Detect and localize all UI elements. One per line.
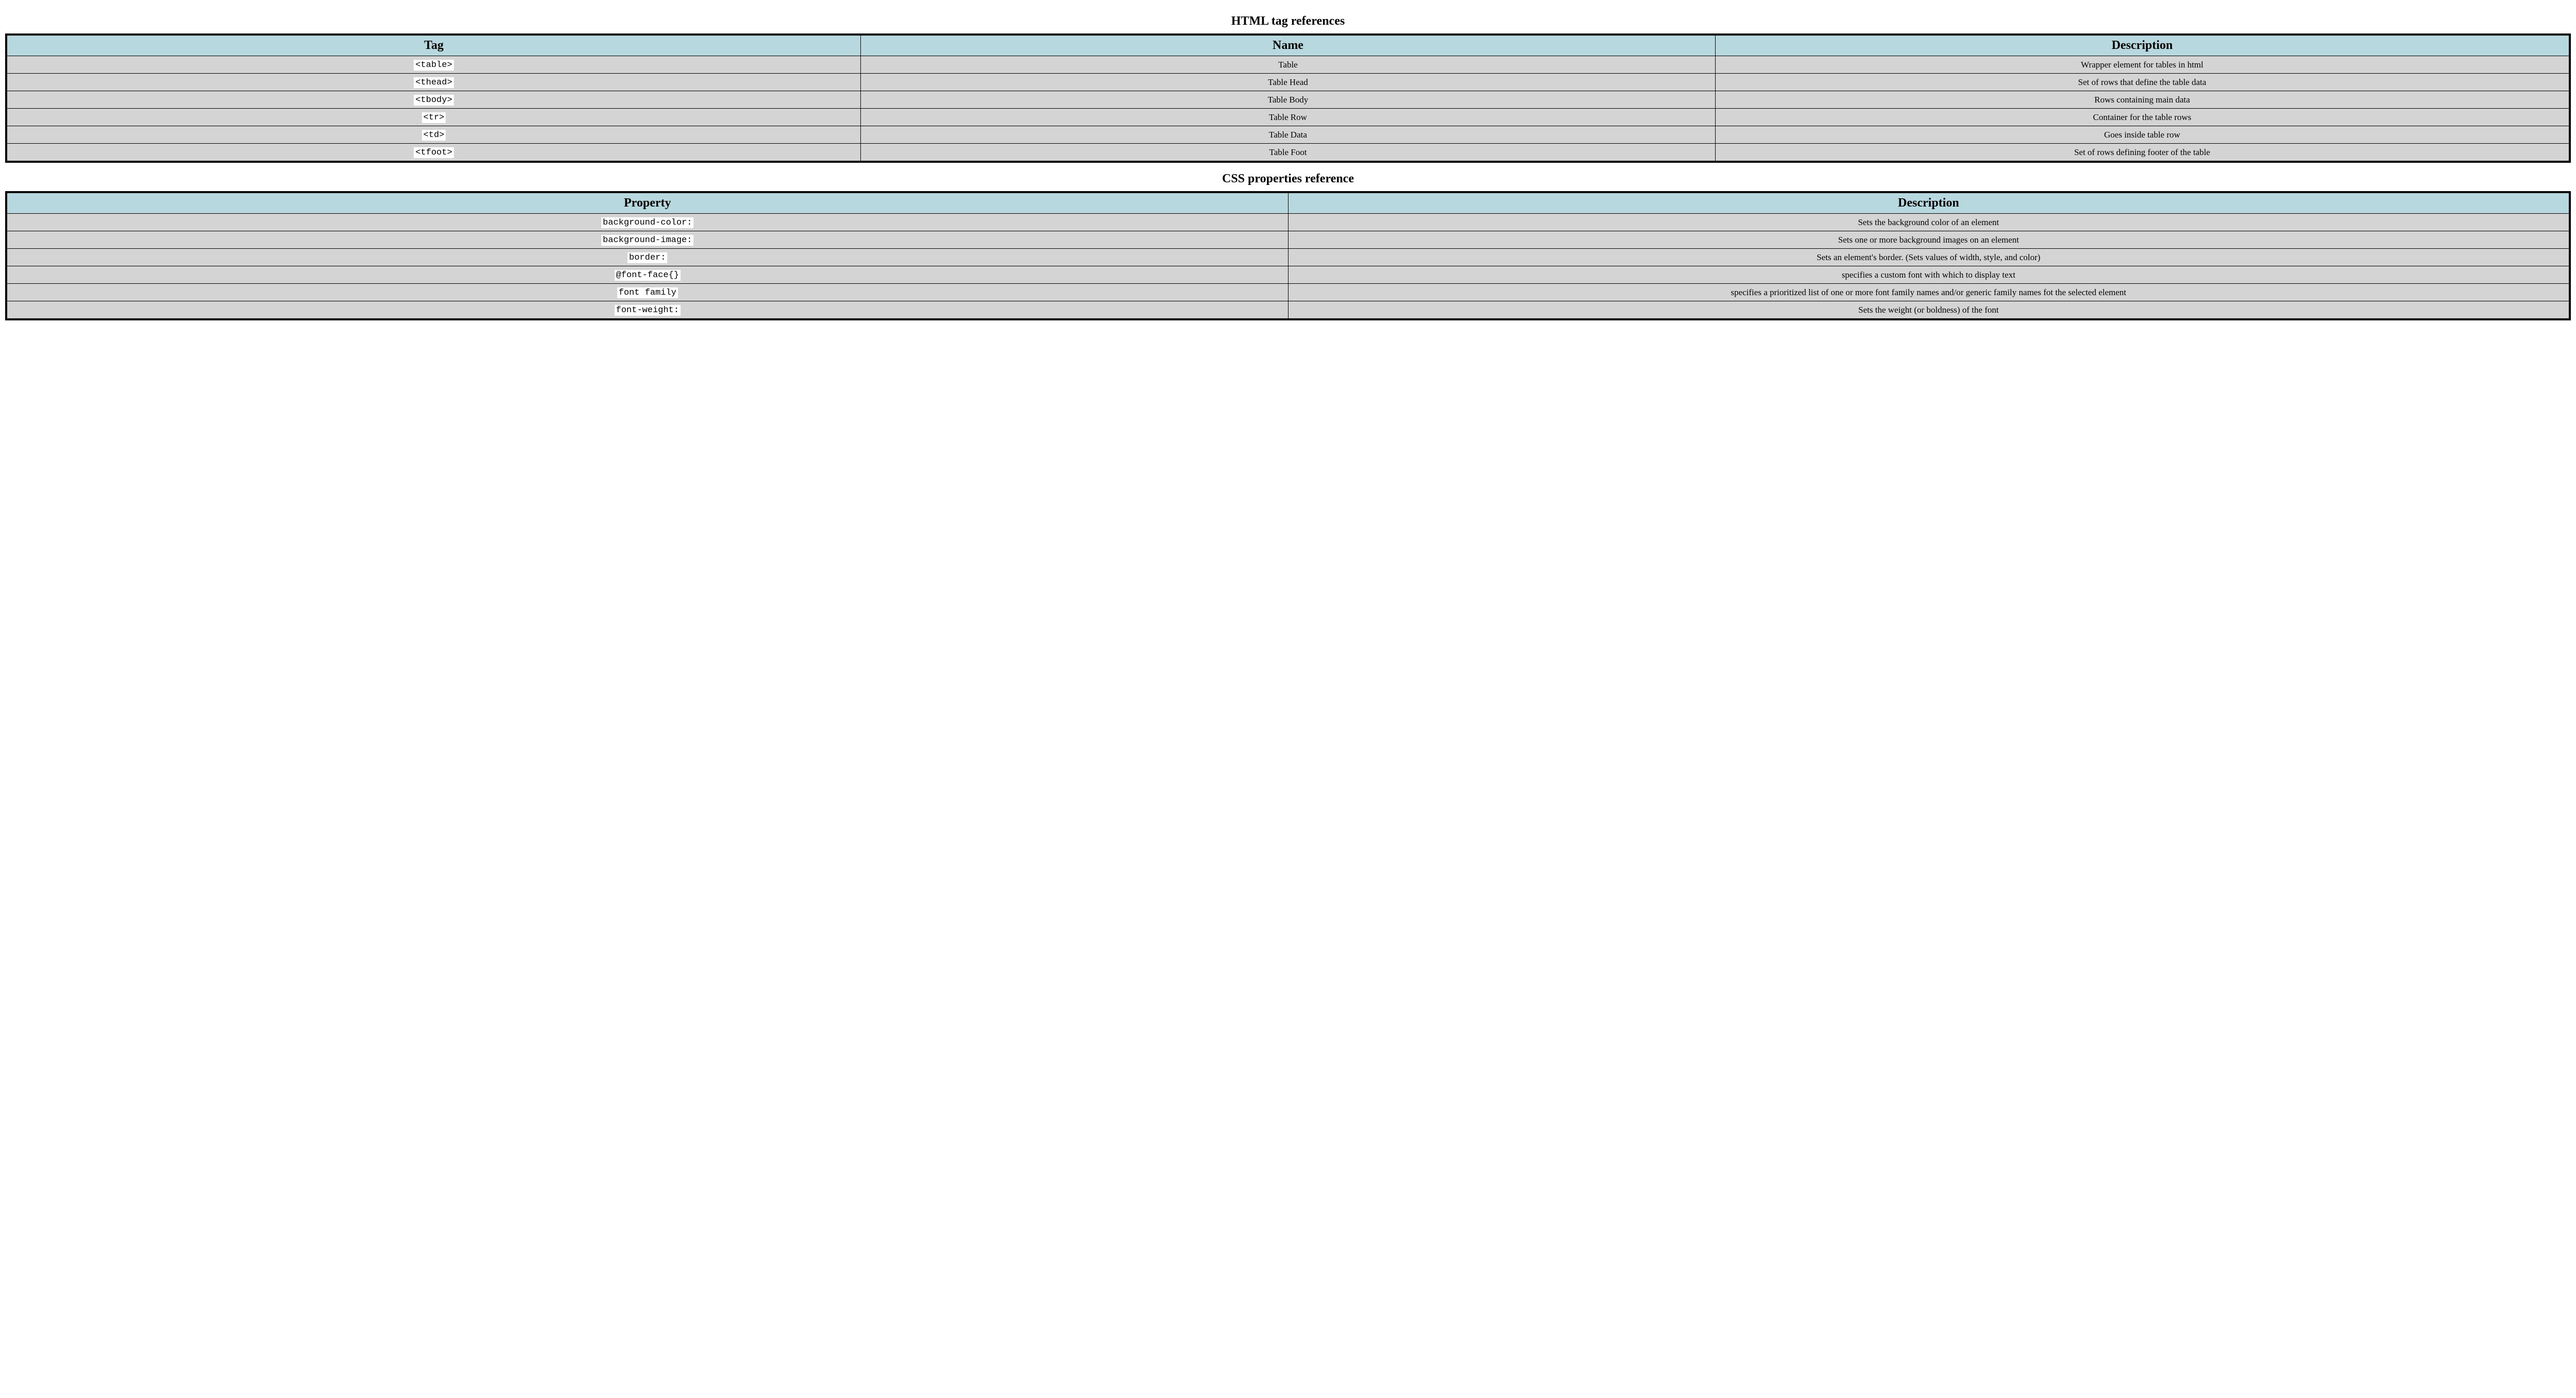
table-row: <table> Table Wrapper element for tables… bbox=[6, 56, 2570, 74]
cell-tag: <thead> bbox=[6, 74, 861, 91]
cell-desc: Wrapper element for tables in html bbox=[1715, 56, 2570, 74]
cell-desc: Goes inside table row bbox=[1715, 126, 2570, 144]
css-props-caption: CSS properties reference bbox=[5, 172, 2571, 186]
cell-prop: background-color: bbox=[6, 214, 1288, 231]
cell-tag: <table> bbox=[6, 56, 861, 74]
code-text: <thead> bbox=[414, 77, 453, 88]
col-header-description: Description bbox=[1715, 35, 2570, 56]
cell-name: Table Head bbox=[861, 74, 1716, 91]
code-text: <tr> bbox=[422, 112, 446, 123]
col-header-description: Description bbox=[1288, 192, 2570, 214]
table-row: background-color: Sets the background co… bbox=[6, 214, 2570, 231]
table-row: <tr> Table Row Container for the table r… bbox=[6, 109, 2570, 126]
code-text: font family bbox=[617, 287, 678, 298]
code-text: <td> bbox=[422, 130, 446, 141]
code-text: <tbody> bbox=[414, 95, 453, 106]
cell-desc: Sets the weight (or boldness) of the fon… bbox=[1288, 301, 2570, 320]
table-row: <td> Table Data Goes inside table row bbox=[6, 126, 2570, 144]
table-row: font-weight: Sets the weight (or boldnes… bbox=[6, 301, 2570, 320]
cell-tag: <td> bbox=[6, 126, 861, 144]
col-header-property: Property bbox=[6, 192, 1288, 214]
cell-desc: Container for the table rows bbox=[1715, 109, 2570, 126]
cell-desc: Rows containing main data bbox=[1715, 91, 2570, 109]
table-row: border: Sets an element's border. (Sets … bbox=[6, 249, 2570, 266]
cell-name: Table Body bbox=[861, 91, 1716, 109]
table-header-row: Tag Name Description bbox=[6, 35, 2570, 56]
cell-name: Table Data bbox=[861, 126, 1716, 144]
table-row: <thead> Table Head Set of rows that defi… bbox=[6, 74, 2570, 91]
cell-desc: Set of rows that define the table data bbox=[1715, 74, 2570, 91]
table-row: @font-face{} specifies a custom font wit… bbox=[6, 266, 2570, 284]
code-text: background-image: bbox=[601, 235, 693, 246]
table-row: <tfoot> Table Foot Set of rows defining … bbox=[6, 144, 2570, 162]
cell-name: Table bbox=[861, 56, 1716, 74]
cell-desc: Sets an element's border. (Sets values o… bbox=[1288, 249, 2570, 266]
html-tags-table: Tag Name Description <table> Table Wrapp… bbox=[5, 33, 2571, 163]
cell-desc: Sets one or more background images on an… bbox=[1288, 231, 2570, 249]
cell-desc: Sets the background color of an element bbox=[1288, 214, 2570, 231]
cell-desc: specifies a prioritized list of one or m… bbox=[1288, 284, 2570, 301]
cell-tag: <tfoot> bbox=[6, 144, 861, 162]
code-text: background-color: bbox=[601, 217, 693, 228]
cell-prop: font-weight: bbox=[6, 301, 1288, 320]
table-header-row: Property Description bbox=[6, 192, 2570, 214]
cell-prop: @font-face{} bbox=[6, 266, 1288, 284]
cell-prop: font family bbox=[6, 284, 1288, 301]
table-row: background-image: Sets one or more backg… bbox=[6, 231, 2570, 249]
code-text: <table> bbox=[414, 60, 453, 71]
cell-prop: background-image: bbox=[6, 231, 1288, 249]
code-text: @font-face{} bbox=[615, 270, 681, 281]
cell-name: Table Row bbox=[861, 109, 1716, 126]
cell-tag: <tbody> bbox=[6, 91, 861, 109]
cell-name: Table Foot bbox=[861, 144, 1716, 162]
code-text: border: bbox=[628, 252, 667, 263]
code-text: <tfoot> bbox=[414, 147, 453, 158]
col-header-name: Name bbox=[861, 35, 1716, 56]
cell-tag: <tr> bbox=[6, 109, 861, 126]
html-tags-caption: HTML tag references bbox=[5, 14, 2571, 28]
table-row: font family specifies a prioritized list… bbox=[6, 284, 2570, 301]
col-header-tag: Tag bbox=[6, 35, 861, 56]
table-row: <tbody> Table Body Rows containing main … bbox=[6, 91, 2570, 109]
cell-desc: specifies a custom font with which to di… bbox=[1288, 266, 2570, 284]
code-text: font-weight: bbox=[615, 305, 681, 316]
cell-prop: border: bbox=[6, 249, 1288, 266]
cell-desc: Set of rows defining footer of the table bbox=[1715, 144, 2570, 162]
css-props-table: Property Description background-color: S… bbox=[5, 191, 2571, 320]
